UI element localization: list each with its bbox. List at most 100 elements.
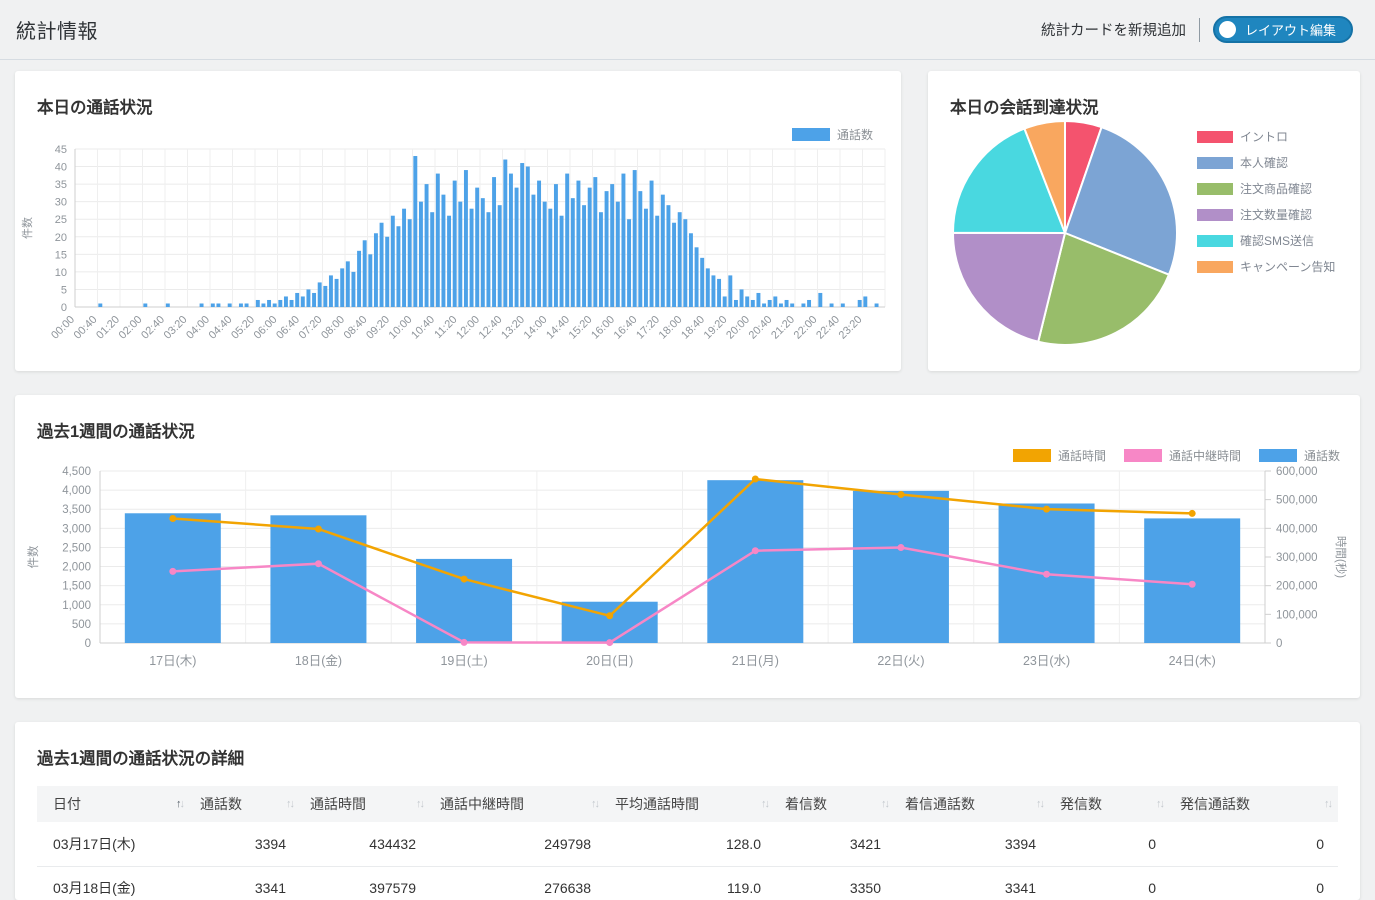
bar xyxy=(633,170,637,307)
bar xyxy=(335,279,339,307)
bar xyxy=(790,303,794,307)
legend-swatch xyxy=(1197,235,1233,247)
x-tick-label: 13:20 xyxy=(499,314,527,342)
left-tick-label: 2,500 xyxy=(62,542,91,554)
column-header-1[interactable]: 日付↑↓ xyxy=(37,786,190,822)
bar xyxy=(599,212,603,307)
bar xyxy=(166,303,170,307)
legend-label: 確認SMS送信 xyxy=(1240,232,1314,249)
x-tick-label: 07:20 xyxy=(297,314,325,342)
x-tick-label: 14:00 xyxy=(522,314,550,342)
card-weekly-calls-title: 過去1週間の通話状況 xyxy=(15,395,1360,442)
left-tick-label: 3,000 xyxy=(62,523,91,535)
bar xyxy=(464,170,468,307)
legend-swatch xyxy=(1197,157,1233,169)
bar xyxy=(391,216,395,307)
column-header-3[interactable]: 通話時間↑↓ xyxy=(300,786,430,822)
bar xyxy=(565,174,569,307)
table-row: 03月17日(木)3394434432249798128.03421339400 xyxy=(37,822,1338,866)
bar xyxy=(807,300,811,307)
left-tick-label: 0 xyxy=(85,638,91,650)
sort-arrows-icon[interactable]: ↑↓ xyxy=(1156,798,1163,810)
bar xyxy=(481,198,485,307)
x-tick-label: 03:20 xyxy=(162,314,190,342)
column-header-5[interactable]: 平均通話時間 ↑↓ xyxy=(605,786,775,822)
x-tick-label: 14:40 xyxy=(544,314,572,342)
column-header-9[interactable]: 発信通話数↑↓ xyxy=(1170,786,1338,822)
line-point xyxy=(1189,510,1196,517)
layout-edit-toggle[interactable]: レイアウト編集 xyxy=(1213,16,1353,43)
sort-arrows-icon[interactable]: ↑↓ xyxy=(1324,798,1331,810)
sort-arrows-icon[interactable]: ↑↓ xyxy=(1036,798,1043,810)
column-header-2[interactable]: 通話数 ↑↓ xyxy=(190,786,300,822)
sort-arrows-icon[interactable]: ↑↓ xyxy=(881,798,888,810)
reach-legend-item[interactable]: イントロ xyxy=(1197,128,1335,145)
reach-legend-item[interactable]: キャンペーン告知 xyxy=(1197,258,1335,275)
x-tick-label: 17:20 xyxy=(634,314,662,342)
bar xyxy=(616,202,620,307)
bar xyxy=(537,181,541,307)
bar xyxy=(740,289,744,307)
bar xyxy=(211,303,215,307)
bar xyxy=(453,181,457,307)
line-point xyxy=(1043,506,1050,513)
right-tick-label: 200,000 xyxy=(1276,581,1318,593)
card-conversation-reach: 本日の会話到達状況 イントロ本人確認注文商品確認注文数量確認確認SMS送信キャン… xyxy=(928,71,1360,371)
value-cell: 3350 xyxy=(775,866,895,900)
bar xyxy=(661,195,665,307)
reach-legend-item[interactable]: 注文数量確認 xyxy=(1197,206,1335,223)
bar xyxy=(655,216,659,307)
bar xyxy=(295,293,299,307)
x-tick-label: 11:20 xyxy=(432,314,459,341)
sort-arrows-icon[interactable]: ↑↓ xyxy=(286,798,293,810)
sort-arrows-icon[interactable]: ↑↓ xyxy=(176,798,183,810)
bar xyxy=(306,289,310,307)
bar xyxy=(582,205,586,307)
value-cell: 3341 xyxy=(895,866,1050,900)
column-header-4[interactable]: 通話中継時間↑↓ xyxy=(430,786,605,822)
column-header-7[interactable]: 着信通話数↑↓ xyxy=(895,786,1050,822)
bar xyxy=(531,195,535,307)
legend-swatch xyxy=(1197,261,1233,273)
bar xyxy=(515,188,519,307)
weekly-legend-item[interactable]: 通話時間 xyxy=(1013,447,1106,464)
bar xyxy=(408,219,412,307)
dashboard: 本日の通話状況 通話数 05101520253035404500:0000:40… xyxy=(0,60,1375,900)
column-label: 発信数 xyxy=(1060,796,1102,812)
reach-legend-item[interactable]: 確認SMS送信 xyxy=(1197,232,1335,249)
bar xyxy=(340,268,344,307)
value-cell: 3341 xyxy=(190,866,300,900)
x-tick-label: 10:40 xyxy=(409,314,437,342)
value-cell: 249798 xyxy=(430,822,605,866)
sort-arrows-icon[interactable]: ↑↓ xyxy=(591,798,598,810)
x-tick-label: 05:20 xyxy=(229,314,257,342)
bar xyxy=(441,195,445,307)
reach-legend-item[interactable]: 注文商品確認 xyxy=(1197,180,1335,197)
bar xyxy=(830,303,834,307)
bar xyxy=(458,202,462,307)
weekly-legend-item[interactable]: 通話数 xyxy=(1259,447,1340,464)
bar xyxy=(818,293,822,307)
line-point xyxy=(461,639,468,646)
bar xyxy=(447,216,451,307)
bar xyxy=(666,205,670,307)
bar xyxy=(385,237,389,307)
reach-legend-item[interactable]: 本人確認 xyxy=(1197,154,1335,171)
column-label: 通話数 xyxy=(200,796,242,812)
weekly-legend-item[interactable]: 通話中継時間 xyxy=(1124,447,1241,464)
y-tick-label: 40 xyxy=(55,162,67,174)
add-card-button[interactable]: 統計カードを新規追加 xyxy=(1041,19,1186,40)
x-tick-label: 18:00 xyxy=(657,314,685,342)
right-tick-label: 400,000 xyxy=(1276,523,1318,535)
line-point xyxy=(897,544,904,551)
value-cell: 434432 xyxy=(300,822,430,866)
column-label: 平均通話時間 xyxy=(615,796,699,812)
bar xyxy=(672,223,676,307)
bar xyxy=(756,293,760,307)
bar xyxy=(402,209,406,307)
column-header-6[interactable]: 着信数↑↓ xyxy=(775,786,895,822)
sort-arrows-icon[interactable]: ↑↓ xyxy=(761,798,768,810)
column-header-8[interactable]: 発信数 ↑↓ xyxy=(1050,786,1170,822)
reach-legend: イントロ本人確認注文商品確認注文数量確認確認SMS送信キャンペーン告知 xyxy=(1197,128,1335,275)
sort-arrows-icon[interactable]: ↑↓ xyxy=(416,798,423,810)
